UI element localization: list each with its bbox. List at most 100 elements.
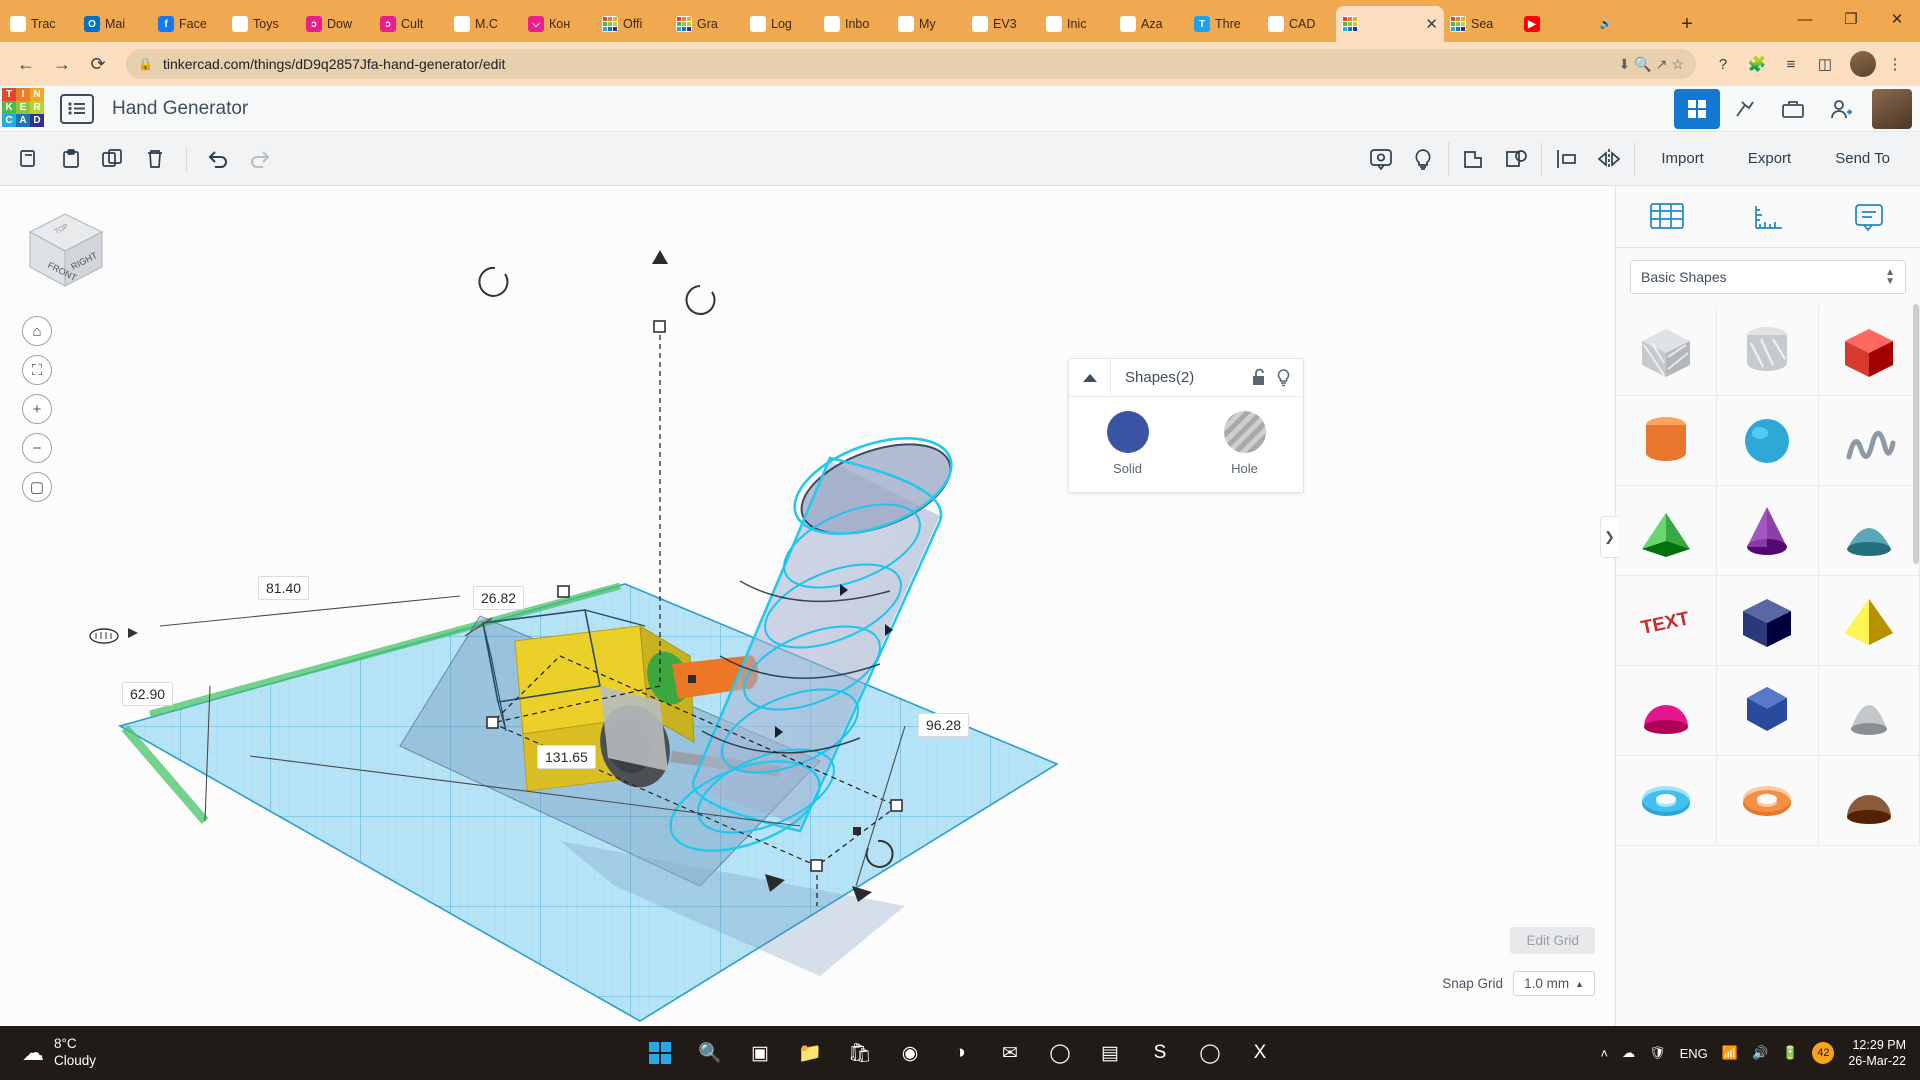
browser-tab[interactable]: ▲ M.C [448, 6, 522, 42]
task-view-icon[interactable]: ▣ [743, 1036, 777, 1070]
browser-tab[interactable]: ▲ Toys [226, 6, 300, 42]
dimension-label[interactable]: 96.28 [918, 713, 970, 737]
group-icon[interactable] [1453, 139, 1495, 179]
dimension-label[interactable]: 62.90 [122, 682, 174, 706]
browser-tab[interactable]: ɔ Cult [374, 6, 448, 42]
export-button[interactable]: Export [1726, 139, 1813, 179]
reading-list-icon[interactable]: ≡ [1776, 49, 1806, 79]
zoom-in-icon[interactable]: + [22, 394, 52, 424]
weather-widget[interactable]: ☁ 8°C Cloudy [22, 1036, 96, 1070]
search-taskbar-icon[interactable]: 🔍 [693, 1036, 727, 1070]
edit-grid-button[interactable]: Edit Grid [1510, 927, 1595, 954]
sphere-shape[interactable] [1717, 396, 1819, 486]
wifi-icon[interactable]: 📶 [1722, 1045, 1738, 1061]
browser-tab[interactable]: f Face [152, 6, 226, 42]
hemisphere-pink-shape[interactable] [1616, 666, 1718, 756]
file-explorer-icon[interactable]: 📁 [793, 1036, 827, 1070]
round-roof-shape[interactable] [1818, 486, 1920, 576]
delete-icon[interactable] [134, 139, 176, 179]
box-red-shape[interactable] [1818, 306, 1920, 396]
tube-orange-shape[interactable] [1717, 756, 1819, 846]
undo-icon[interactable] [197, 139, 239, 179]
hole-swatch[interactable] [1223, 411, 1266, 453]
shape-type-option[interactable]: Hole [1223, 411, 1266, 476]
list-menu-icon[interactable] [60, 93, 94, 124]
library-scrollbar[interactable] [1913, 304, 1919, 564]
profile-avatar[interactable] [1850, 51, 1876, 77]
download-icon[interactable]: ⬇ [1619, 56, 1631, 73]
language-indicator[interactable]: ENG [1680, 1046, 1708, 1061]
browser-tab[interactable]: 🔊 [1592, 6, 1666, 42]
tab-close-button[interactable]: ✕ [1425, 17, 1438, 32]
security-icon[interactable]: 🛡 [1649, 1045, 1666, 1061]
add-user-icon[interactable] [1818, 89, 1864, 129]
unlock-icon[interactable] [1251, 368, 1266, 387]
new-tab-button[interactable]: + [1672, 9, 1702, 39]
shapes-inspector-panel[interactable]: Shapes(2) Solid Hole [1068, 358, 1304, 493]
browser-tab[interactable]: T Thre [1188, 6, 1262, 42]
fusion360-icon[interactable]: ◉ [893, 1036, 927, 1070]
skype-icon[interactable]: S [1143, 1036, 1177, 1070]
address-bar[interactable]: 🔒 tinkercad.com/things/dD9q2857Jfa-hand-… [126, 49, 1696, 79]
lightbulb-icon[interactable] [1276, 368, 1291, 387]
share-icon[interactable]: ↗ [1656, 56, 1668, 73]
browser-tab[interactable]: ▲ EV3 [966, 6, 1040, 42]
snap-grid-select[interactable]: 1.0 mm ▲ [1513, 971, 1595, 996]
lightbulb-icon[interactable] [1402, 139, 1444, 179]
import-button[interactable]: Import [1639, 139, 1726, 179]
blender-icon[interactable]: ◑ [943, 1036, 977, 1070]
tray-chevron-icon[interactable]: ˄ [1600, 1046, 1608, 1061]
browser-menu-button[interactable]: ⋮ [1880, 49, 1910, 79]
align-icon[interactable] [1546, 139, 1588, 179]
chrome-second-icon[interactable]: ◯ [1193, 1036, 1227, 1070]
triangle-up-icon[interactable] [1069, 358, 1111, 397]
ruler-tab-icon[interactable] [1736, 194, 1800, 240]
browser-tab[interactable]: O Mai [78, 6, 152, 42]
browser-tab[interactable]: ✕ [1336, 6, 1444, 42]
help-icon[interactable]: ? [1708, 49, 1738, 79]
browser-tab[interactable]: ɔ Dow [300, 6, 374, 42]
battery-icon[interactable]: 🔋 [1782, 1045, 1798, 1061]
minimize-button[interactable]: — [1782, 0, 1828, 38]
dimension-label[interactable]: 81.40 [258, 576, 310, 600]
chevron-right-icon[interactable]: ❯ [1600, 516, 1618, 558]
dimension-label[interactable]: 131.65 [537, 745, 596, 769]
box-navy-shape[interactable] [1717, 576, 1819, 666]
notes-tab-icon[interactable] [1837, 194, 1901, 240]
reload-button[interactable]: ⟳ [82, 48, 114, 80]
mail-icon[interactable]: ✉ [993, 1036, 1027, 1070]
text-shape[interactable]: TEXT [1616, 576, 1718, 666]
bookmark-star-icon[interactable]: ☆ [1671, 56, 1684, 73]
onedrive-icon[interactable]: ☁ [1622, 1045, 1635, 1061]
fit-view-icon[interactable]: ⛶ [22, 355, 52, 385]
video-editor-icon[interactable]: ▤ [1093, 1036, 1127, 1070]
taskbar-clock[interactable]: 12:29 PM 26-Mar-22 [1848, 1037, 1906, 1070]
polygon-blue-shape[interactable] [1717, 666, 1819, 756]
browser-tab[interactable]: M Inbo [818, 6, 892, 42]
comment-icon[interactable] [1360, 139, 1402, 179]
browser-tab[interactable]: W Aza [1114, 6, 1188, 42]
paraboloid-shape[interactable] [1818, 666, 1920, 756]
browser-tab[interactable]: C CAD [1262, 6, 1336, 42]
browser-tab[interactable]: ▶ [1518, 6, 1592, 42]
ortho-perspective-icon[interactable]: ▢ [22, 472, 52, 502]
back-button[interactable]: ← [10, 48, 42, 80]
microsoft-store-icon[interactable]: 🛍 [843, 1036, 877, 1070]
browser-tab[interactable]: ⌵ Кон [522, 6, 596, 42]
browser-tab[interactable]: Gra [670, 6, 744, 42]
torus-cyan-shape[interactable] [1616, 756, 1718, 846]
browser-tab[interactable]: Sea [1444, 6, 1518, 42]
volume-icon[interactable]: 🔊 [1752, 1045, 1768, 1061]
zoom-icon[interactable]: 🔍 [1634, 56, 1651, 73]
pyramid-yellow-shape[interactable] [1818, 576, 1920, 666]
browser-tab[interactable]: ▲ My [892, 6, 966, 42]
cylinder-orange-shape[interactable] [1616, 396, 1718, 486]
shape-category-select[interactable]: Basic Shapes ▲ ▼ [1630, 260, 1906, 294]
cone-purple-shape[interactable] [1717, 486, 1819, 576]
half-sphere-brown-shape[interactable] [1818, 756, 1920, 846]
user-avatar[interactable] [1872, 88, 1912, 129]
tinkercad-logo[interactable]: TINKERCAD [2, 87, 46, 130]
copy-icon[interactable] [8, 139, 50, 179]
shape-type-option[interactable]: Solid [1106, 411, 1149, 476]
grid-view-icon[interactable] [1674, 88, 1720, 129]
